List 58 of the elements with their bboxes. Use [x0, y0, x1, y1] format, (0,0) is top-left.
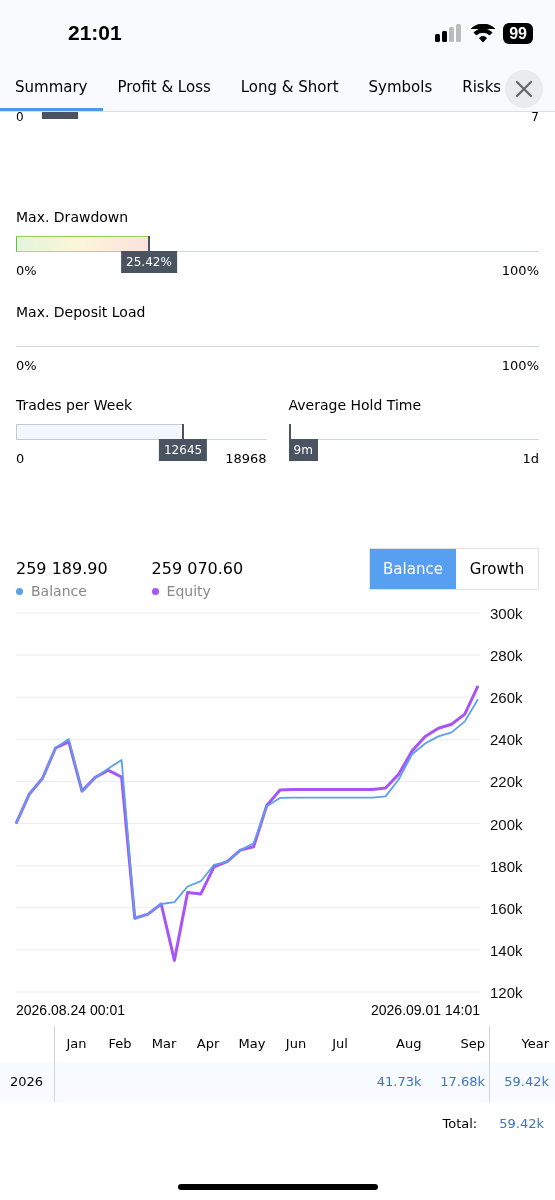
y-tick-label: 160k — [490, 899, 523, 917]
status-time: 21:01 — [68, 20, 122, 47]
meter-min: 0 — [16, 112, 24, 122]
meter-min: 0% — [16, 358, 37, 374]
tab[interactable]: Symbols — [353, 66, 448, 111]
meter-min: 0% — [16, 263, 37, 279]
value-tooltip: 25.42% — [121, 251, 177, 273]
y-tick-label: 280k — [490, 647, 523, 665]
y-tick-label: 200k — [490, 815, 523, 833]
value-tooltip: 9m — [288, 439, 318, 461]
battery-level: 99 — [503, 22, 533, 44]
end-date: 2026.09.01 14:01 — [371, 1001, 480, 1019]
year-total: 59.42k — [489, 1062, 549, 1102]
series-value: 259 070.60 — [151, 559, 244, 579]
meter-label: Max. Deposit Load — [16, 303, 147, 321]
meter-max: 1d — [522, 451, 539, 467]
year-cell-text: 2026 — [9, 1073, 45, 1092]
y-tick-label: 300k — [490, 605, 523, 622]
meter-max: 100% — [501, 358, 539, 374]
meter-max: 18968 — [225, 451, 267, 467]
month-value: 41.73k — [375, 1073, 423, 1092]
y-tick-label: 120k — [490, 984, 523, 1001]
meter-marker — [182, 424, 185, 439]
y-tick-label: 240k — [490, 731, 523, 749]
close-button[interactable] — [505, 70, 543, 108]
month-header: Aug — [395, 1035, 423, 1054]
tab[interactable]: Risks — [447, 66, 500, 111]
legend-label: Equity — [166, 582, 211, 600]
month-header: Apr — [195, 1035, 221, 1054]
value-tooltip: 12645 — [159, 439, 208, 461]
total-label: Total: — [442, 1115, 478, 1134]
month-header: Feb — [107, 1035, 133, 1054]
meter-max: 100% — [501, 263, 539, 279]
wifi-icon — [471, 24, 496, 42]
start-date: 2026.08.24 00:01 — [16, 1001, 125, 1019]
legend-label: Balance — [31, 582, 87, 600]
signal-icon — [435, 24, 464, 42]
meter-label: Average Hold Time — [288, 396, 423, 414]
meter-label: Max. Drawdown — [16, 208, 130, 226]
y-tick-label: 140k — [490, 941, 523, 959]
month-value: 17.68k — [439, 1073, 486, 1092]
meter-marker — [147, 236, 150, 251]
month-header: Jun — [284, 1035, 308, 1054]
month-header: May — [237, 1035, 267, 1054]
month-header: Jul — [330, 1035, 349, 1054]
tab[interactable]: Long & Short — [225, 66, 354, 111]
tab[interactable]: Profit & Loss — [102, 66, 226, 111]
meter-label: Trades per Week — [16, 396, 134, 414]
month-header: Mar — [150, 1035, 178, 1054]
y-tick-label: 220k — [490, 773, 523, 791]
close-icon — [515, 80, 533, 98]
total-value: 59.42k — [499, 1115, 544, 1134]
y-tick-label: 180k — [490, 857, 523, 875]
series-value: 259 189.90 — [16, 559, 108, 579]
meter-max: 7 — [531, 112, 539, 122]
meter-min: 0 — [16, 451, 25, 467]
y-tick-label: 260k — [490, 689, 523, 707]
month-header: Sep — [459, 1035, 486, 1054]
